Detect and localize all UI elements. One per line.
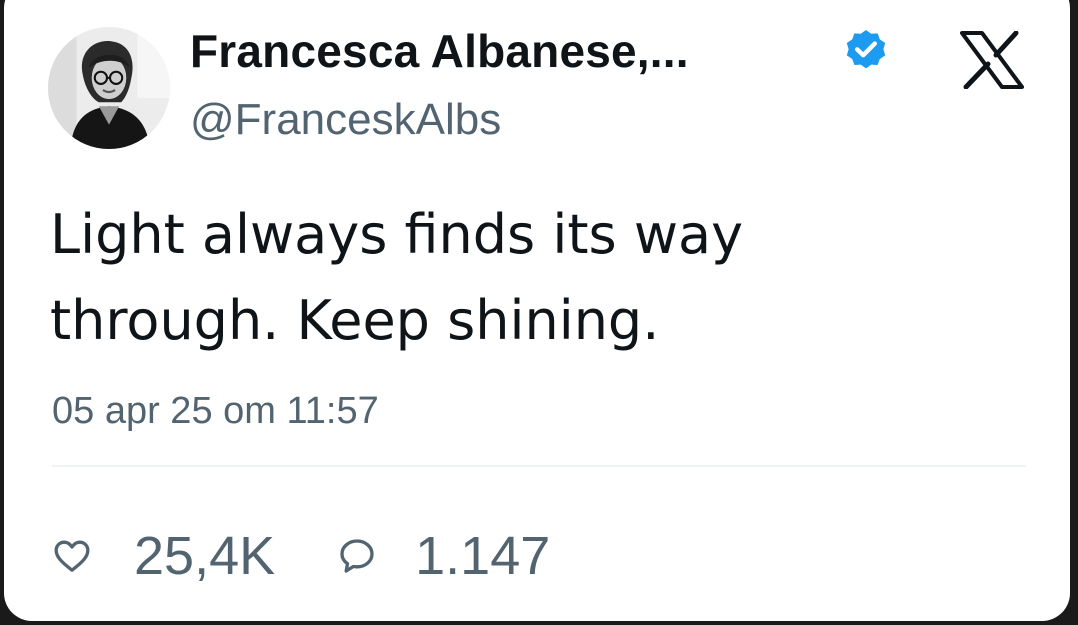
tweet-text: Light always finds its way through. Keep… (50, 192, 1010, 364)
author-avatar[interactable] (48, 27, 170, 149)
reply-count: 1.147 (415, 526, 551, 586)
tweet-text-line: through. Keep shining. (50, 289, 660, 352)
divider (52, 465, 1026, 467)
tweet-timestamp[interactable]: 05 apr 25 om 11:57 (52, 390, 379, 433)
verified-badge-icon (846, 30, 886, 69)
author-display-name[interactable]: Francesca Albanese,... (190, 24, 689, 78)
engagement-bar: 25,4K 1.147 (52, 525, 550, 587)
reply-button[interactable]: 1.147 (337, 525, 550, 587)
like-button[interactable]: 25,4K (52, 525, 275, 587)
x-logo-icon[interactable] (960, 31, 1024, 89)
heart-icon (54, 540, 90, 572)
like-count: 25,4K (134, 526, 276, 586)
tweet-card: Francesca Albanese,... @FranceskAlbs Lig… (4, 0, 1070, 621)
profile-photo-icon (48, 27, 170, 149)
tweet-text-line: Light always finds its way (50, 203, 744, 266)
author-handle[interactable]: @FranceskAlbs (190, 95, 501, 145)
speech-bubble-icon (340, 539, 374, 573)
